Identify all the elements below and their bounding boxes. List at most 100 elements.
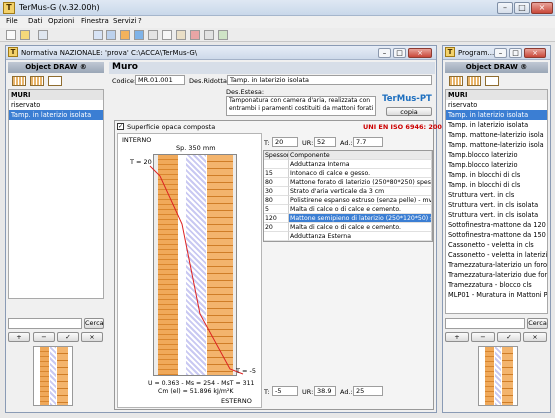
wall-icon[interactable] [120, 30, 130, 40]
search-input[interactable] [8, 318, 82, 329]
table-row[interactable]: Adduttanza Esterna [264, 232, 432, 241]
list-item[interactable]: Cassonetto - veletta in laterizio [446, 250, 547, 260]
grid-icon[interactable] [204, 30, 214, 40]
confirm-button[interactable]: ✓ [497, 332, 521, 342]
menu-servizi[interactable]: Servizi [113, 17, 136, 25]
list-item[interactable]: Struttura vert. in cls [446, 190, 547, 200]
open-folder-icon[interactable] [20, 30, 30, 40]
cell-spessore[interactable]: 80 [264, 178, 289, 187]
minimize-icon[interactable]: – [378, 48, 391, 58]
cell-componente[interactable]: Strato d'aria verticale da 3 cm [289, 187, 432, 196]
codice-field[interactable]: MR.01.001 [135, 75, 185, 85]
cell-componente[interactable]: Intonaco di calce e gesso. [289, 169, 432, 178]
wall-type-icon[interactable] [12, 76, 26, 86]
wall-type-icon[interactable] [485, 76, 499, 86]
cell-componente[interactable]: Malta di calce o di calce e cemento. [289, 223, 432, 232]
menu-dati[interactable]: Dati [28, 17, 42, 25]
ur-top-field[interactable]: 52 [314, 137, 336, 147]
menu-file[interactable]: File [6, 17, 18, 25]
table-row[interactable]: 120 Mattone semipieno di laterizio (250*1… [264, 214, 432, 223]
list-item[interactable]: Tamp. in laterizio isolata [446, 120, 547, 130]
cell-spessore[interactable]: 5 [264, 205, 289, 214]
ur-bottom-field[interactable]: 38.9 [314, 386, 336, 396]
cell-componente[interactable]: Adduttanza Interna [289, 160, 432, 169]
ad-top-select[interactable]: 7.7 [353, 137, 383, 147]
maximize-icon[interactable]: □ [514, 2, 530, 14]
delete-icon[interactable] [190, 30, 200, 40]
wall-type-icon[interactable] [48, 76, 62, 86]
cell-componente[interactable]: Mattone semipieno di laterizio (250*120*… [289, 214, 432, 223]
list-item[interactable]: Cassonetto - veletta in cls [446, 240, 547, 250]
list-group[interactable]: MURI [446, 90, 547, 100]
desest-field[interactable]: Tamponatura con camera d'aria, realizzat… [226, 96, 376, 116]
cell-componente[interactable]: Mattone forato di laterizio (250*80*250)… [289, 178, 432, 187]
new-file-icon[interactable] [6, 30, 16, 40]
tree-item[interactable]: riservato [9, 100, 103, 110]
table-row[interactable]: Adduttanza Interna [264, 160, 432, 169]
cell-componente[interactable]: Malta di calce o di calce e cemento. [289, 205, 432, 214]
list-item[interactable]: MLP01 - Muratura in Mattoni Pieni [446, 290, 547, 300]
list-item[interactable]: Tramezzatura-laterizio due fori [446, 270, 547, 280]
list-item[interactable]: Tamp.blocco laterizio [446, 160, 547, 170]
list-item[interactable]: Tamp. in blocchi di cls [446, 180, 547, 190]
cell-spessore[interactable]: 120 [264, 214, 289, 223]
list-item[interactable]: Sottofinestra-mattone da 120 [446, 220, 547, 230]
list-item[interactable]: Tamp. in blocchi di cls [446, 170, 547, 180]
tree-group-muri[interactable]: MURI [9, 90, 103, 100]
cancel-button[interactable]: × [81, 332, 103, 342]
t-top-field[interactable]: 20 [272, 137, 298, 147]
cell-spessore[interactable]: 30 [264, 187, 289, 196]
maximize-icon[interactable]: □ [393, 48, 406, 58]
search-input[interactable] [445, 318, 525, 329]
tree-item-selected[interactable]: Tamp. in laterizio isolata [9, 110, 103, 120]
desrid-field[interactable]: Tamp. in laterizio isolata [227, 75, 432, 85]
list-item[interactable]: Tramezzatura-laterizio un foro [446, 260, 547, 270]
list-item[interactable]: Tamp. mattone-laterizio isola [446, 130, 547, 140]
minimize-icon[interactable]: – [497, 2, 513, 14]
list-item[interactable]: Sottofinestra-mattone da 150 [446, 230, 547, 240]
list-item[interactable]: Struttura vert. in cls isolata [446, 210, 547, 220]
t-bottom-field[interactable]: -5 [272, 386, 298, 396]
close-icon[interactable]: × [408, 48, 432, 58]
add-button[interactable]: + [8, 332, 30, 342]
list-item[interactable]: Tramezzatura - blocco cls [446, 280, 547, 290]
menu-opzioni[interactable]: Opzioni [48, 17, 74, 25]
cell-spessore[interactable]: 20 [264, 223, 289, 232]
wall-type-icon[interactable] [449, 76, 463, 86]
table-row[interactable]: 5 Malta di calce o di calce e cemento. [264, 205, 432, 214]
cell-spessore[interactable] [264, 160, 289, 169]
search-button[interactable]: Cerca [84, 318, 104, 329]
chart-icon[interactable] [134, 30, 144, 40]
cell-spessore[interactable]: 80 [264, 196, 289, 205]
minimize-icon[interactable]: – [494, 48, 507, 58]
table-icon[interactable] [162, 30, 172, 40]
remove-button[interactable]: − [471, 332, 495, 342]
calc-icon[interactable] [93, 30, 103, 40]
window-icon[interactable] [106, 30, 116, 40]
composite-checkbox[interactable]: ✓ [117, 123, 124, 130]
table-row[interactable]: 30 Strato d'aria verticale da 3 cm [264, 187, 432, 196]
table-row[interactable]: 80 Polistirene espanso estruso (senza pel… [264, 196, 432, 205]
confirm-button[interactable]: ✓ [57, 332, 79, 342]
copia-button[interactable]: copia [386, 107, 432, 116]
close-icon[interactable]: × [524, 48, 546, 58]
close-icon[interactable]: × [531, 2, 553, 14]
search-button[interactable]: Cerca [527, 318, 548, 329]
report-icon[interactable] [148, 30, 158, 40]
remove-button[interactable]: − [33, 332, 55, 342]
wall-type-icon[interactable] [30, 76, 44, 86]
menu-help[interactable]: ? [138, 17, 142, 25]
list-item[interactable]: Tamp. in laterizio isolata [446, 110, 547, 120]
wall-type-icon[interactable] [467, 76, 481, 86]
list-item[interactable]: Struttura vert. in cls isolata [446, 200, 547, 210]
table-row[interactable]: 15 Intonaco di calce e gesso. [264, 169, 432, 178]
cell-componente[interactable]: Adduttanza Esterna [289, 232, 432, 241]
cell-spessore[interactable] [264, 232, 289, 241]
list-item[interactable]: riservato [446, 100, 547, 110]
tools-icon[interactable] [176, 30, 186, 40]
table-row[interactable]: 20 Malta di calce o di calce e cemento. [264, 223, 432, 232]
cancel-button[interactable]: × [523, 332, 547, 342]
help-icon[interactable] [218, 30, 228, 40]
cell-componente[interactable]: Polistirene espanso estruso (senza pelle… [289, 196, 432, 205]
add-button[interactable]: + [445, 332, 469, 342]
